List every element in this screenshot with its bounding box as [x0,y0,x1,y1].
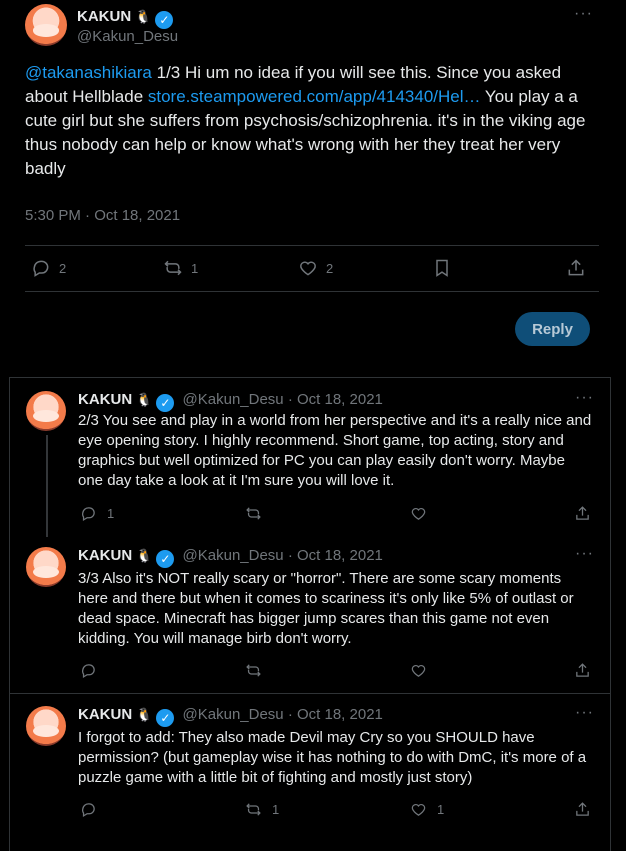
share-icon [576,663,589,677]
penguin-emoji: 🐧 [136,392,153,407]
bookmark-icon [436,259,448,277]
divider [25,291,599,292]
author-handle[interactable]: @Kakun_Desu [183,706,284,723]
author-avatar[interactable] [26,706,66,746]
reply-count: 1 [107,506,115,521]
heart-icon [411,508,426,520]
repost-action[interactable]: 1 [163,258,198,278]
author-name[interactable]: KAKUN 🐧 ✓ @Kakun_Desu · Oct 18, 2021 [78,706,383,727]
author-avatar[interactable] [26,391,66,431]
repost-count: 1 [272,802,280,817]
verified-icon: ✓ [156,550,175,568]
url-link[interactable]: store.steampowered.com/app/414340/Hel… [148,87,481,106]
reply-text: 3/3 Also it's NOT really scary or "horro… [78,570,574,647]
heart-icon [411,804,426,816]
heart-icon [411,665,426,677]
verified-icon: ✓ [155,11,174,29]
repost-count: 1 [191,260,199,276]
like-count: 2 [326,260,334,276]
author-name[interactable]: KAKUN 🐧 ✓ @Kakun_Desu · Oct 18, 2021 [78,547,383,568]
reply-tweet[interactable]: KAKUN 🐧 ✓ @Kakun_Desu · Oct 18, 2021 ··· 2… [10,377,610,537]
penguin-emoji: 🐧 [135,9,152,24]
reply-count: 2 [59,260,67,276]
repost-icon [246,664,261,677]
reply-text: I forgot to add: They also made Devil ma… [78,729,587,786]
verified-icon: ✓ [156,709,175,727]
like-action[interactable]: 2 [298,258,333,278]
reply-tweet[interactable]: KAKUN 🐧 ✓ @Kakun_Desu · Oct 18, 2021 ··· 3… [10,537,610,694]
more-options-icon[interactable]: ··· [575,545,594,563]
penguin-emoji: 🐧 [136,548,153,563]
reply-date[interactable]: · Oct 18, 2021 [288,706,383,723]
mention-link[interactable]: @takanashikiara [25,63,152,82]
reply-icon [33,260,49,277]
tweet-timestamp[interactable]: 5:30 PM · Oct 18, 2021 [25,207,180,224]
reply-icon [82,803,95,818]
more-options-icon[interactable]: ··· [575,704,594,722]
heart-icon [300,261,316,276]
penguin-emoji: 🐧 [136,707,153,722]
share-action[interactable] [574,505,591,522]
share-icon [576,506,589,520]
share-icon [568,259,584,276]
reply-button[interactable]: Reply [515,312,590,346]
reply-action[interactable] [80,662,97,679]
share-icon [576,802,589,816]
author-avatar[interactable] [25,4,67,46]
share-action[interactable] [574,662,591,679]
reply-tweet[interactable]: KAKUN 🐧 ✓ @Kakun_Desu · Oct 18, 2021 ··· I… [10,694,610,851]
bookmark-action[interactable] [432,258,452,278]
reply-action[interactable] [80,801,97,818]
like-action[interactable] [410,505,427,522]
reply-icon [82,664,95,679]
author-name[interactable]: KAKUN 🐧 ✓ [77,8,174,29]
reply-action[interactable]: 1 [80,505,114,522]
divider [25,245,599,246]
reply-date[interactable]: · Oct 18, 2021 [288,391,383,408]
verified-icon: ✓ [156,394,175,412]
repost-icon [246,507,261,520]
more-options-icon[interactable]: ··· [574,5,593,23]
reply-text: 2/3 You see and play in a world from her… [78,412,592,489]
reply-date[interactable]: · Oct 18, 2021 [288,547,383,564]
repost-action[interactable] [245,662,262,679]
share-action[interactable] [574,801,591,818]
tweet-text: @takanashikiara 1/3 Hi um no idea if you… [25,63,586,178]
share-action[interactable] [566,258,586,278]
like-count: 1 [437,802,445,817]
like-action[interactable] [410,662,427,679]
repost-icon [246,803,261,816]
thread-replies: KAKUN 🐧 ✓ @Kakun_Desu · Oct 18, 2021 ··· 2… [9,377,611,851]
repost-action[interactable] [245,505,262,522]
repost-action[interactable]: 1 [245,801,279,818]
author-handle[interactable]: @Kakun_Desu [183,547,284,564]
author-name[interactable]: KAKUN 🐧 ✓ @Kakun_Desu · Oct 18, 2021 [78,391,383,412]
main-tweet: KAKUN 🐧 ✓ @Kakun_Desu ··· @takanashikiara … [9,0,609,292]
thread-connector [46,435,48,537]
more-options-icon[interactable]: ··· [575,389,594,407]
author-handle[interactable]: @Kakun_Desu [183,391,284,408]
author-avatar[interactable] [26,547,66,587]
repost-icon [164,260,182,276]
reply-icon [82,507,95,522]
reply-action[interactable]: 2 [31,258,66,278]
author-handle[interactable]: @Kakun_Desu [77,28,178,45]
like-action[interactable]: 1 [410,801,444,818]
